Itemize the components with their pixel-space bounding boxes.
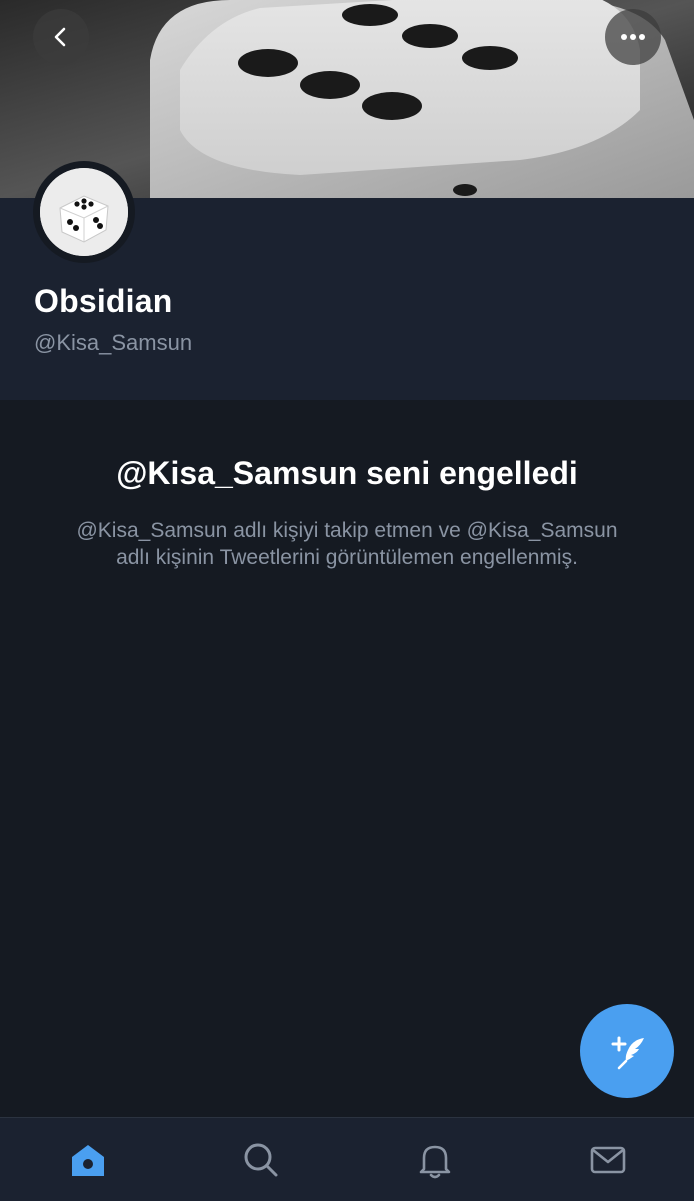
search-icon <box>244 1143 278 1176</box>
nav-messages[interactable] <box>568 1118 648 1201</box>
bell-icon <box>419 1145 451 1178</box>
avatar-dice-image <box>40 168 128 256</box>
blocked-description: @Kisa_Samsun adlı kişiyi takip etmen ve … <box>76 519 618 569</box>
chevron-left-icon <box>54 27 66 47</box>
ellipsis-icon <box>621 34 645 40</box>
user-handle: @Kisa_Samsun <box>34 330 193 355</box>
bottom-nav <box>0 1117 694 1201</box>
compose-tweet-button[interactable] <box>580 1004 674 1098</box>
compose-tweet-icon <box>611 1036 644 1070</box>
more-options-button[interactable] <box>605 9 661 65</box>
home-icon <box>72 1144 104 1176</box>
mail-icon <box>590 1146 626 1173</box>
nav-search[interactable] <box>221 1118 301 1201</box>
blocked-title: @Kisa_Samsun seni engelledi <box>116 455 578 491</box>
nav-notifications[interactable] <box>395 1118 475 1201</box>
avatar[interactable] <box>33 161 135 263</box>
display-name: Obsidian <box>34 283 173 319</box>
nav-home[interactable] <box>48 1118 128 1201</box>
back-button[interactable] <box>33 9 89 65</box>
